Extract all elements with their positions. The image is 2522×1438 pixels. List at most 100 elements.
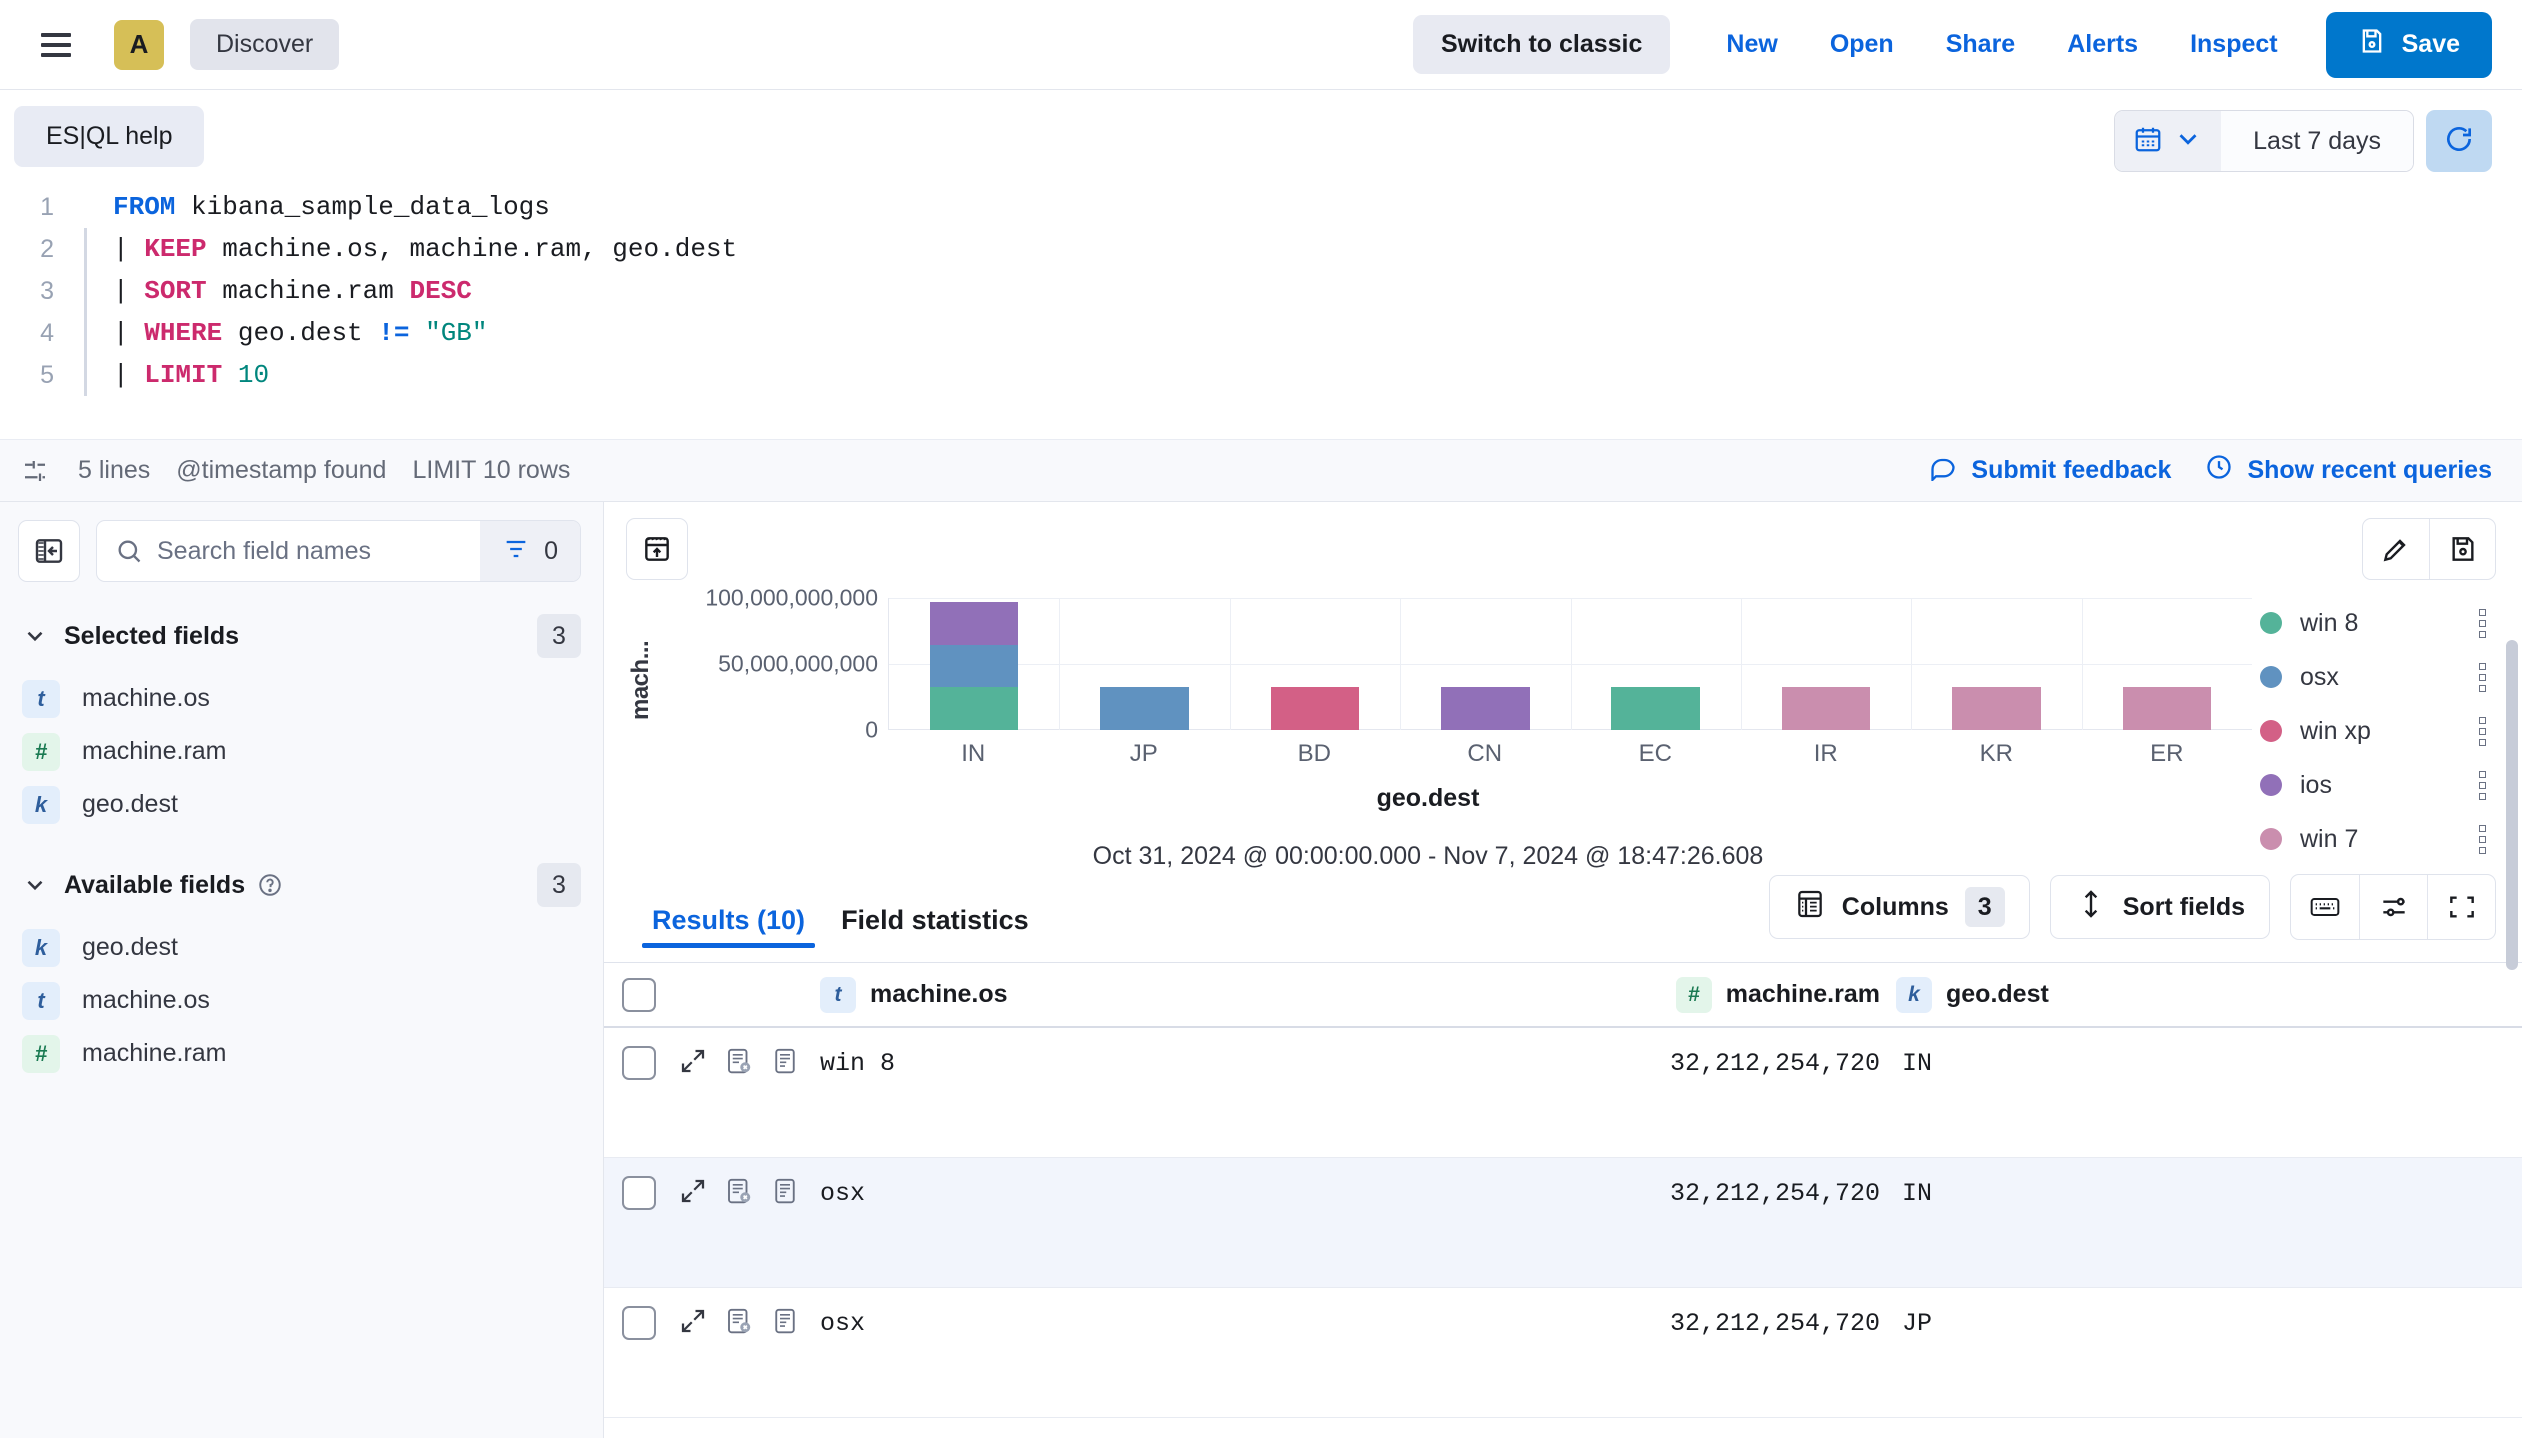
bar-segment[interactable] bbox=[1611, 687, 1700, 730]
row-checkbox[interactable] bbox=[622, 1046, 678, 1080]
nav-open[interactable]: Open bbox=[1804, 30, 1920, 59]
legend-drag-handle[interactable] bbox=[2479, 717, 2486, 746]
selected-fields-header[interactable]: Selected fields 3 bbox=[0, 600, 603, 672]
help-icon[interactable] bbox=[257, 872, 283, 898]
filter-out-document-icon[interactable] bbox=[724, 1306, 754, 1341]
page-scrollbar[interactable] bbox=[2506, 640, 2518, 970]
menu-icon[interactable] bbox=[34, 23, 78, 67]
esql-help-button[interactable]: ES|QL help bbox=[14, 106, 204, 167]
code-line[interactable]: 2| KEEP machine.os, machine.ram, geo.des… bbox=[0, 228, 2522, 270]
field-list-item[interactable]: tmachine.os bbox=[0, 672, 603, 725]
show-recent-queries-link[interactable]: Show recent queries bbox=[2205, 453, 2492, 488]
plot[interactable]: INJPBDCNECIRKRER bbox=[888, 590, 2252, 770]
expand-row-icon[interactable] bbox=[678, 1306, 708, 1341]
single-document-icon[interactable] bbox=[770, 1046, 800, 1081]
columns-button[interactable]: Columns 3 bbox=[1769, 875, 2030, 939]
bar-segment[interactable] bbox=[930, 687, 1019, 730]
bar-segment[interactable] bbox=[2123, 687, 2212, 730]
field-list-item[interactable]: kgeo.dest bbox=[0, 921, 603, 974]
editor-settings-icon[interactable] bbox=[18, 454, 52, 488]
collapse-chart-button[interactable] bbox=[626, 518, 688, 580]
display-options-button[interactable] bbox=[2359, 875, 2427, 939]
avatar[interactable]: A bbox=[114, 20, 164, 70]
row-checkbox[interactable] bbox=[622, 1306, 678, 1340]
legend-drag-handle[interactable] bbox=[2479, 825, 2486, 854]
row-checkbox[interactable] bbox=[622, 1176, 678, 1210]
keyboard-shortcuts-button[interactable] bbox=[2291, 875, 2359, 939]
legend-item[interactable]: win 8 bbox=[2252, 596, 2522, 650]
legend-drag-handle[interactable] bbox=[2479, 663, 2486, 692]
field-list-item[interactable]: kgeo.dest bbox=[0, 778, 603, 831]
switch-to-classic-button[interactable]: Switch to classic bbox=[1413, 15, 1670, 74]
time-range-group[interactable]: Last 7 days bbox=[2114, 110, 2414, 172]
gridline bbox=[1400, 598, 1401, 730]
legend-item[interactable]: osx bbox=[2252, 650, 2522, 704]
save-visualization-button[interactable] bbox=[2429, 519, 2495, 579]
legend-item[interactable]: ios bbox=[2252, 758, 2522, 812]
bar-segment[interactable] bbox=[1100, 687, 1189, 730]
filter-out-document-icon[interactable] bbox=[724, 1046, 754, 1081]
save-button[interactable]: Save bbox=[2326, 12, 2492, 78]
column-header-machine-ram[interactable]: # machine.ram bbox=[1580, 977, 1880, 1013]
nav-share[interactable]: Share bbox=[1920, 30, 2041, 59]
field-list-item[interactable]: tmachine.os bbox=[0, 974, 603, 1027]
time-range-value[interactable]: Last 7 days bbox=[2221, 111, 2413, 171]
bar-stack[interactable] bbox=[1100, 687, 1189, 730]
field-filter-button[interactable]: 0 bbox=[480, 521, 580, 581]
table-row[interactable]: osx32,212,254,720IN bbox=[604, 1158, 2522, 1288]
tab-results[interactable]: Results (10) bbox=[634, 905, 823, 962]
code-line[interactable]: 3| SORT machine.ram DESC bbox=[0, 270, 2522, 312]
bar-segment[interactable] bbox=[930, 602, 1019, 645]
code-line[interactable]: 1FROM kibana_sample_data_logs bbox=[0, 186, 2522, 228]
expand-row-icon[interactable] bbox=[678, 1176, 708, 1211]
submit-feedback-link[interactable]: Submit feedback bbox=[1929, 453, 2171, 488]
bar-segment[interactable] bbox=[1782, 687, 1871, 730]
expand-row-icon[interactable] bbox=[678, 1046, 708, 1081]
collapse-sidebar-button[interactable] bbox=[18, 520, 80, 582]
tab-field-statistics[interactable]: Field statistics bbox=[823, 905, 1047, 962]
breadcrumb-discover[interactable]: Discover bbox=[190, 19, 339, 70]
nav-new[interactable]: New bbox=[1700, 30, 1803, 59]
bar-segment[interactable] bbox=[1441, 687, 1530, 730]
bar-stack[interactable] bbox=[1441, 687, 1530, 730]
field-list-item[interactable]: #machine.ram bbox=[0, 725, 603, 778]
bar-stack[interactable] bbox=[2123, 687, 2212, 730]
esql-code-editor[interactable]: 1FROM kibana_sample_data_logs2| KEEP mac… bbox=[0, 186, 2522, 396]
nav-inspect[interactable]: Inspect bbox=[2164, 30, 2304, 59]
bar-stack[interactable] bbox=[930, 602, 1019, 730]
column-header-geo-dest[interactable]: k geo.dest bbox=[1896, 977, 2049, 1013]
code-line[interactable]: 4| WHERE geo.dest != "GB" bbox=[0, 312, 2522, 354]
legend-drag-handle[interactable] bbox=[2479, 771, 2486, 800]
legend-drag-handle[interactable] bbox=[2479, 609, 2486, 638]
table-row[interactable]: osx32,212,254,720JP bbox=[604, 1288, 2522, 1418]
filter-out-document-icon[interactable] bbox=[724, 1176, 754, 1211]
time-picker: Last 7 days bbox=[2114, 110, 2492, 172]
available-fields-header[interactable]: Available fields 3 bbox=[0, 849, 603, 921]
legend-item[interactable]: win xp bbox=[2252, 704, 2522, 758]
bar-stack[interactable] bbox=[1782, 687, 1871, 730]
nav-alerts[interactable]: Alerts bbox=[2041, 30, 2164, 59]
refresh-button[interactable] bbox=[2426, 110, 2492, 172]
fullscreen-button[interactable] bbox=[2427, 875, 2495, 939]
calendar-dropdown[interactable] bbox=[2115, 111, 2221, 171]
bar-segment[interactable] bbox=[930, 645, 1019, 688]
bar-stack[interactable] bbox=[1271, 687, 1360, 730]
search-field-names[interactable]: 0 bbox=[96, 520, 581, 582]
bar-stack[interactable] bbox=[1952, 687, 2041, 730]
single-document-icon[interactable] bbox=[770, 1176, 800, 1211]
cell-geo-dest: JP bbox=[1902, 1306, 1932, 1338]
table-row[interactable]: win 832,212,254,720IN bbox=[604, 1028, 2522, 1158]
single-document-icon[interactable] bbox=[770, 1306, 800, 1341]
search-input[interactable] bbox=[143, 521, 480, 581]
bar-stack[interactable] bbox=[1611, 687, 1700, 730]
code-line[interactable]: 5| LIMIT 10 bbox=[0, 354, 2522, 396]
select-all-checkbox[interactable] bbox=[622, 978, 678, 1012]
field-list-item[interactable]: #machine.ram bbox=[0, 1027, 603, 1080]
bar-segment[interactable] bbox=[1952, 687, 2041, 730]
cell-machine-os: osx bbox=[820, 1176, 1580, 1208]
code-text: | KEEP machine.os, machine.ram, geo.dest bbox=[113, 234, 737, 264]
edit-visualization-button[interactable] bbox=[2363, 519, 2429, 579]
column-header-machine-os[interactable]: t machine.os bbox=[820, 977, 1580, 1013]
sort-fields-button[interactable]: Sort fields bbox=[2050, 875, 2270, 939]
bar-segment[interactable] bbox=[1271, 687, 1360, 730]
